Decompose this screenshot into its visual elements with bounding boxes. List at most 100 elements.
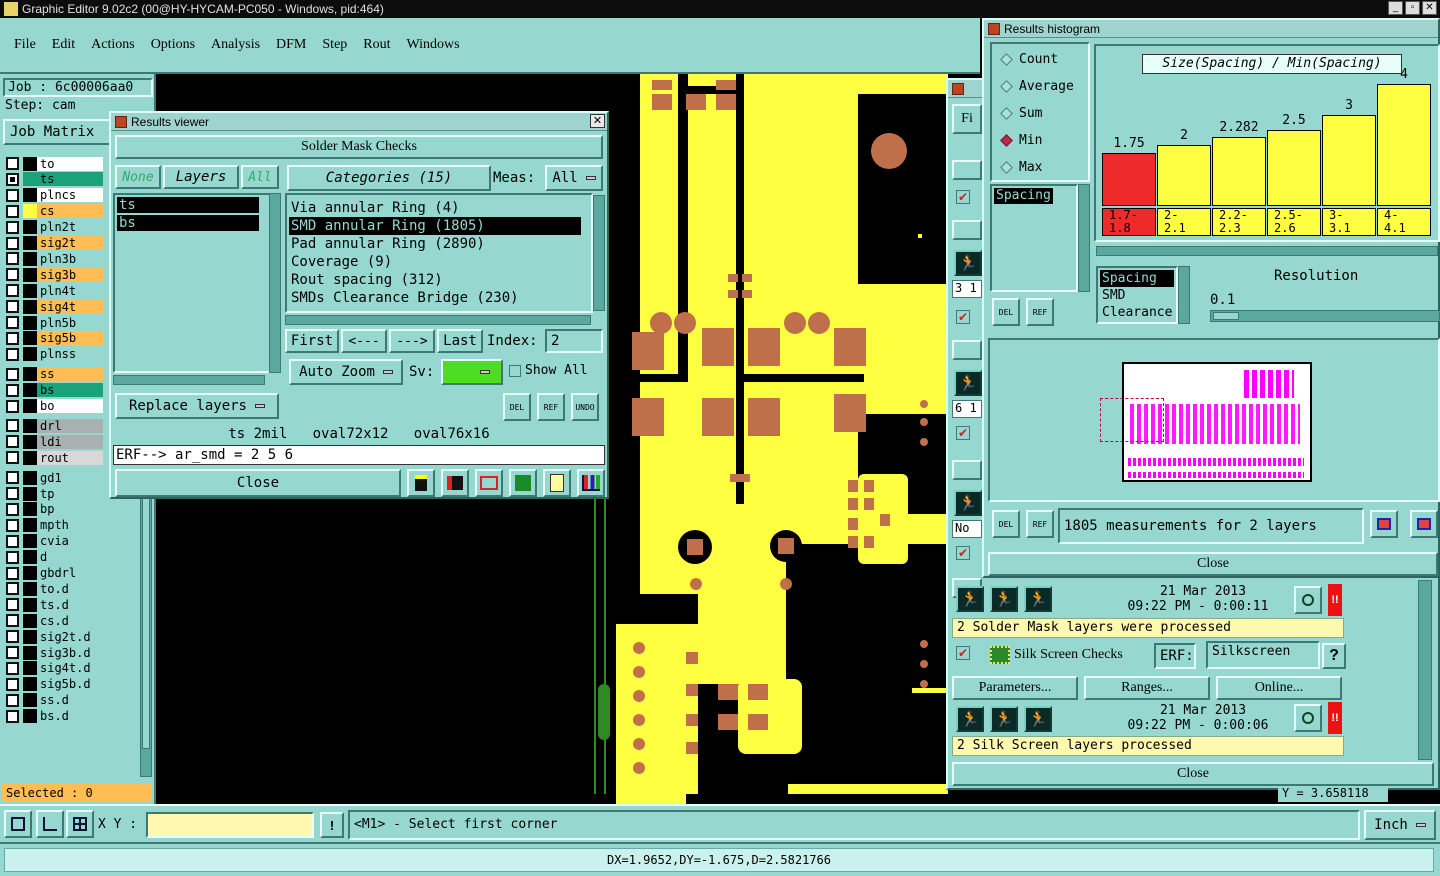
measure-item[interactable]: Clearance <box>1100 304 1174 321</box>
histogram-bar[interactable] <box>1322 115 1376 206</box>
layer-checkbox[interactable] <box>6 677 19 691</box>
layer-row-tp[interactable]: tp <box>6 486 103 501</box>
help-button[interactable]: ? <box>1322 643 1346 669</box>
ref-icon[interactable]: REF <box>1026 510 1054 538</box>
categories-button[interactable]: Categories (15) <box>287 165 491 191</box>
layer-row-ts-d[interactable]: ts.d <box>6 597 103 612</box>
measure-tool-icon[interactable] <box>36 810 64 838</box>
histogram-bar[interactable] <box>1267 130 1321 206</box>
histogram-bar[interactable] <box>1102 153 1156 206</box>
side-button[interactable] <box>952 220 982 240</box>
check-enable-checkbox[interactable]: ✔ <box>956 546 970 560</box>
category-item[interactable]: SMD annular Ring (1805) <box>289 217 581 235</box>
measure-item[interactable]: Spacing <box>1100 270 1175 287</box>
layer-row-sig4t-d[interactable]: sig4t.d <box>6 661 103 676</box>
checklist-scrollbar[interactable] <box>1418 580 1432 760</box>
layer-row-gd1[interactable]: gd1 <box>6 470 103 485</box>
histogram-icon[interactable] <box>577 469 605 497</box>
layer-checkbox[interactable] <box>6 630 19 644</box>
next-button[interactable]: ---> <box>389 329 435 353</box>
first-button[interactable]: First <box>285 329 339 353</box>
minimize-button[interactable]: _ <box>1388 1 1403 15</box>
menu-rout[interactable]: Rout <box>363 37 390 53</box>
job-matrix-button[interactable]: Job Matrix <box>3 119 111 145</box>
layer-row-bs[interactable]: bs <box>6 383 103 398</box>
del-icon[interactable]: DEL <box>503 393 531 421</box>
category-item[interactable]: Coverage (9) <box>289 253 581 271</box>
prev-button[interactable]: <--- <box>341 329 387 353</box>
ref-icon[interactable]: REF <box>1026 298 1054 326</box>
window-menu-icon[interactable] <box>115 115 127 128</box>
layer-checkbox[interactable] <box>6 419 19 433</box>
grid-tool-icon[interactable] <box>66 810 94 838</box>
undo-icon[interactable]: UNDO <box>571 393 599 421</box>
window-menu-icon[interactable] <box>988 22 1000 35</box>
side-button[interactable] <box>952 340 982 360</box>
layer-row-cvia[interactable]: cvia <box>6 534 103 549</box>
parameters-button[interactable]: Parameters... <box>952 676 1078 700</box>
layer-row-cs[interactable]: cs <box>6 204 103 219</box>
checklist-close-button[interactable]: Close <box>952 762 1434 786</box>
result-layer-item[interactable]: bs <box>117 215 259 231</box>
layer-checkbox[interactable] <box>6 435 19 449</box>
layer-checkbox[interactable] <box>6 518 19 532</box>
layer-row-sig2t-d[interactable]: sig2t.d <box>6 629 103 644</box>
close-icon[interactable]: ✕ <box>590 114 605 128</box>
layer-checkbox[interactable] <box>6 550 19 564</box>
layer-checkbox[interactable] <box>6 451 19 465</box>
run-icon[interactable]: 🏃 <box>956 706 984 732</box>
xy-input[interactable] <box>146 812 314 838</box>
report-icon[interactable] <box>543 469 571 497</box>
layers-button[interactable]: Layers <box>163 165 239 189</box>
histogram-close-button[interactable]: Close <box>988 552 1438 576</box>
show-all-checkbox[interactable]: Show All <box>509 363 588 378</box>
results-viewer-close-button[interactable]: Close <box>115 469 401 497</box>
layer-checkbox[interactable] <box>6 300 19 314</box>
menu-analysis[interactable]: Analysis <box>211 37 260 53</box>
measure-list-bottom-scroll[interactable] <box>1178 266 1190 324</box>
del-icon[interactable]: DEL <box>992 510 1020 538</box>
layer-checkbox[interactable] <box>6 502 19 516</box>
check-enable-checkbox[interactable]: ✔ <box>956 190 970 204</box>
mode-radio-average[interactable]: Average <box>1000 79 1074 94</box>
result-layer-item[interactable]: ts <box>117 197 259 213</box>
layer-checkbox[interactable] <box>6 347 19 361</box>
auto-zoom-dropdown[interactable]: Auto Zoom <box>289 359 403 385</box>
layer-row-to[interactable]: to <box>6 156 103 171</box>
stop-run-icon[interactable]: 🏃 <box>1024 586 1052 612</box>
window-menu-icon[interactable] <box>952 82 964 95</box>
layer-row-drl[interactable]: drl <box>6 418 103 433</box>
resolution-slider[interactable] <box>1210 310 1440 322</box>
layer-row-sig3b[interactable]: sig3b <box>6 267 103 282</box>
layer-row-sig5b[interactable]: sig5b <box>6 331 103 346</box>
replace-layers-dropdown[interactable]: Replace layers <box>115 393 279 419</box>
side-button[interactable] <box>952 460 982 480</box>
measure-item[interactable]: Spacing <box>994 188 1053 204</box>
layer-row-bp[interactable]: bp <box>6 502 103 517</box>
side-label[interactable]: Fi <box>952 104 982 134</box>
layer-checkbox[interactable] <box>6 172 19 186</box>
category-item[interactable]: Rout spacing (312) <box>289 271 581 289</box>
layer-checkbox[interactable] <box>6 582 19 596</box>
layer-checkbox[interactable] <box>6 157 19 170</box>
run-all-icon[interactable]: 🏃 <box>990 706 1018 732</box>
layer-checkbox[interactable] <box>6 383 19 397</box>
stop-run-icon[interactable]: 🏃 <box>1024 706 1052 732</box>
zoom-icon[interactable] <box>1294 586 1322 614</box>
layer-row-ss-d[interactable]: ss.d <box>6 693 103 708</box>
layer-checkbox[interactable] <box>6 614 19 628</box>
layer-checkbox[interactable] <box>6 598 19 612</box>
histogram-bar[interactable] <box>1157 145 1211 206</box>
layer-checkbox[interactable] <box>6 399 19 413</box>
layer-row-bs-d[interactable]: bs.d <box>6 709 103 724</box>
layer-checkbox[interactable] <box>6 284 19 298</box>
layer-checkbox[interactable] <box>6 487 19 500</box>
run-icon[interactable]: 🏃 <box>954 250 982 276</box>
unit-dropdown[interactable]: Inch <box>1364 810 1436 840</box>
ref-icon[interactable]: REF <box>537 393 565 421</box>
info-button[interactable]: ! <box>320 812 344 838</box>
menu-windows[interactable]: Windows <box>407 37 460 53</box>
tool-icon-2[interactable] <box>441 469 469 497</box>
check-enable-checkbox[interactable]: ✔ <box>956 426 970 440</box>
del-icon[interactable]: DEL <box>992 298 1020 326</box>
